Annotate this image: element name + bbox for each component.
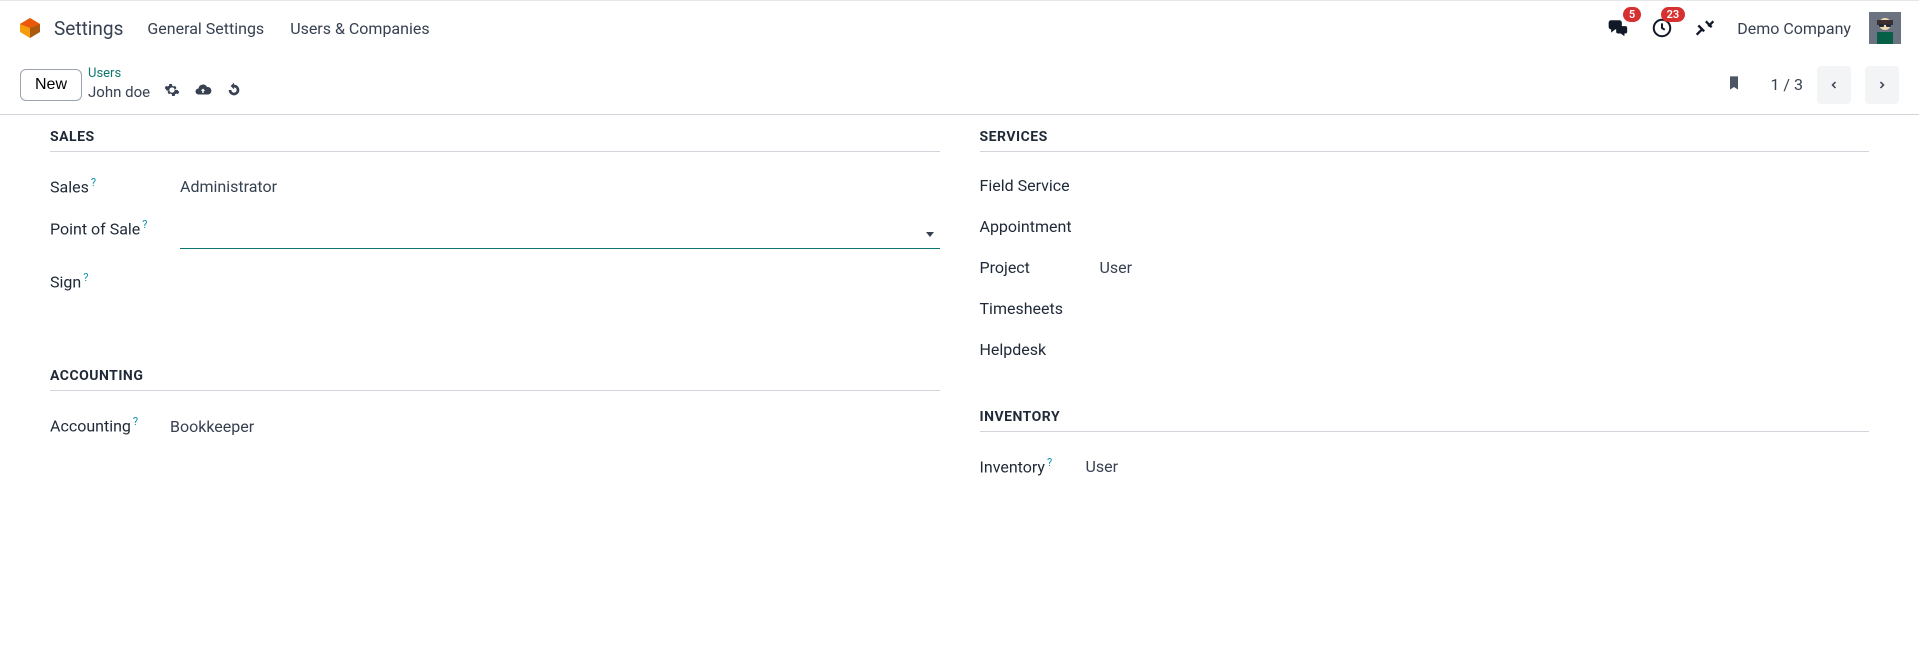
label-inventory: Inventory: [980, 457, 1046, 476]
help-icon[interactable]: ?: [83, 271, 88, 284]
label-timesheets: Timesheets: [980, 299, 1063, 318]
pager: 1 / 3: [1770, 66, 1899, 104]
field-helpdesk: Helpdesk: [980, 340, 1870, 359]
help-icon[interactable]: ?: [142, 218, 147, 231]
messages-badge: 5: [1623, 7, 1641, 22]
breadcrumb-bar: New Users John doe 1 / 3: [0, 55, 1919, 115]
nav-users-companies[interactable]: Users & Companies: [290, 19, 429, 38]
nav-general-settings[interactable]: General Settings: [147, 19, 264, 38]
label-field-service: Field Service: [980, 176, 1070, 195]
help-icon[interactable]: ?: [91, 176, 96, 189]
gear-icon[interactable]: [164, 82, 180, 102]
app-title[interactable]: Settings: [54, 17, 123, 40]
breadcrumb-current: John doe: [88, 83, 150, 101]
section-title-accounting: ACCOUNTING: [50, 368, 940, 391]
company-selector[interactable]: Demo Company: [1737, 19, 1851, 38]
section-title-services: SERVICES: [980, 129, 1870, 152]
cloud-upload-icon[interactable]: [194, 81, 212, 103]
tools-icon: [1695, 18, 1715, 38]
user-avatar[interactable]: [1869, 12, 1901, 44]
chevron-left-icon: [1828, 77, 1840, 93]
label-point-of-sale: Point of Sale: [50, 220, 140, 239]
label-helpdesk: Helpdesk: [980, 340, 1047, 359]
prev-page-button[interactable]: [1817, 66, 1851, 104]
avatar-icon: [1869, 12, 1901, 44]
field-appointment: Appointment: [980, 217, 1870, 236]
value-sales[interactable]: Administrator: [180, 177, 277, 196]
bookmark-icon[interactable]: [1726, 73, 1742, 97]
dropdown-point-of-sale[interactable]: [180, 221, 940, 249]
debug-button[interactable]: [1695, 18, 1715, 38]
label-project: Project: [980, 258, 1030, 277]
undo-icon[interactable]: [226, 82, 242, 102]
field-accounting: Accounting? Bookkeeper: [50, 415, 940, 435]
value-project[interactable]: User: [1100, 258, 1133, 277]
value-accounting[interactable]: Bookkeeper: [170, 417, 254, 436]
label-appointment: Appointment: [980, 217, 1072, 236]
field-field-service: Field Service: [980, 176, 1870, 195]
next-page-button[interactable]: [1865, 66, 1899, 104]
activities-button[interactable]: 23: [1651, 17, 1673, 39]
chevron-right-icon: [1876, 77, 1888, 93]
new-button[interactable]: New: [20, 69, 82, 101]
field-project: Project User: [980, 258, 1870, 277]
field-timesheets: Timesheets: [980, 299, 1870, 318]
field-sales: Sales? Administrator: [50, 176, 940, 196]
section-title-sales: SALES: [50, 129, 940, 152]
help-icon[interactable]: ?: [1047, 456, 1052, 469]
page-indicator[interactable]: 1 / 3: [1770, 75, 1803, 94]
messages-button[interactable]: 5: [1607, 17, 1629, 39]
form-content: SALES Sales? Administrator Point of Sale…: [0, 115, 1919, 498]
help-icon[interactable]: ?: [133, 415, 138, 428]
app-logo-icon: [18, 16, 42, 40]
field-point-of-sale: Point of Sale?: [50, 218, 940, 249]
activities-badge: 23: [1661, 7, 1686, 22]
breadcrumb: Users John doe: [88, 66, 242, 103]
breadcrumb-parent[interactable]: Users: [88, 66, 242, 81]
chevron-down-icon: [926, 232, 934, 237]
field-inventory: Inventory? User: [980, 456, 1870, 476]
topbar: Settings General Settings Users & Compan…: [0, 0, 1919, 55]
label-accounting: Accounting: [50, 417, 131, 436]
label-sales: Sales: [50, 177, 89, 196]
label-sign: Sign: [50, 272, 81, 291]
value-inventory[interactable]: User: [1086, 457, 1119, 476]
field-sign: Sign?: [50, 271, 940, 291]
section-title-inventory: INVENTORY: [980, 409, 1870, 432]
